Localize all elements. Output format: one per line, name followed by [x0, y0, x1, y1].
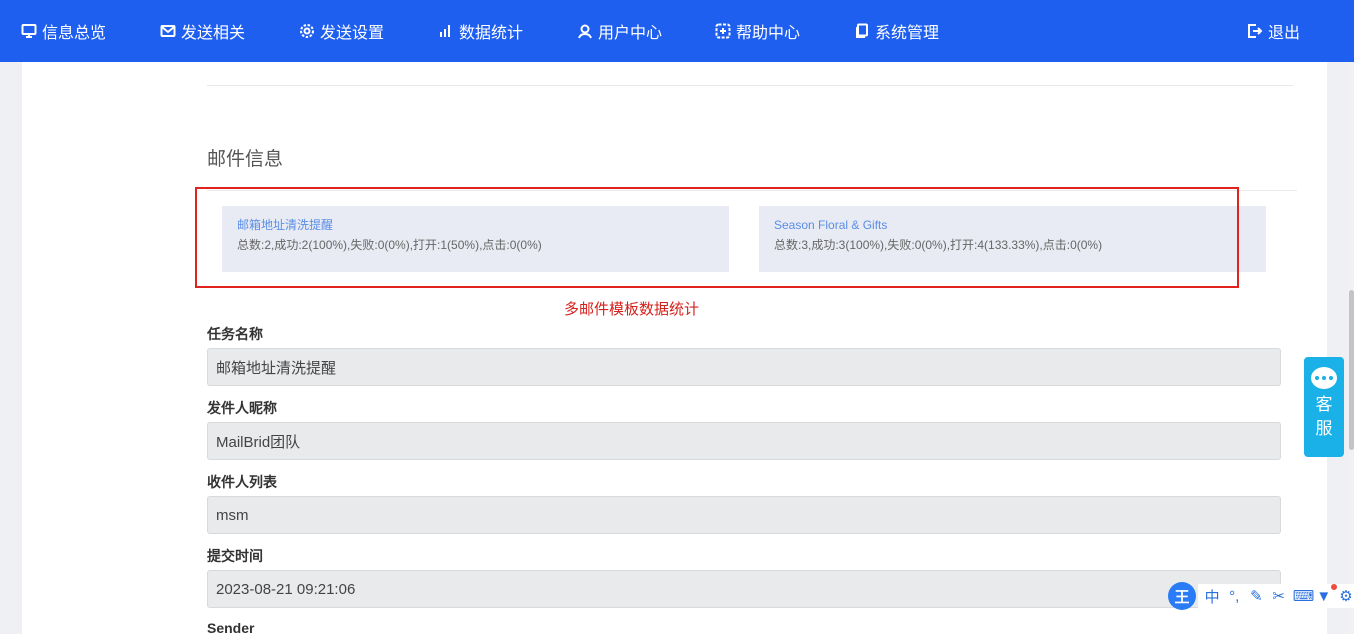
punctuation-icon[interactable]: °,: [1226, 588, 1242, 605]
shirt-icon[interactable]: ▼: [1316, 588, 1332, 605]
pen-icon[interactable]: ✎: [1248, 587, 1264, 605]
keyboard-icon[interactable]: ⌨: [1293, 587, 1315, 605]
chat-icon: [1311, 367, 1337, 389]
nav-item-label: 帮助中心: [736, 25, 801, 42]
monitor-icon: [20, 22, 38, 40]
scrollbar-thumb[interactable]: [1349, 290, 1354, 450]
nav-item-label: 信息总览: [42, 25, 107, 42]
nav-item-label: 系统管理: [875, 25, 940, 42]
help-icon: [714, 22, 732, 40]
divider: [207, 85, 1293, 86]
ime-mode[interactable]: 中: [1204, 586, 1220, 607]
nav-item-user-center[interactable]: 用户中心: [576, 0, 662, 62]
nav-item-send[interactable]: 发送相关: [159, 0, 245, 62]
notification-dot: [1331, 584, 1337, 590]
nav-item-label: 发送相关: [181, 25, 246, 42]
nav-item-send-settings[interactable]: 发送设置: [298, 0, 384, 62]
nav-item-label: 发送设置: [320, 25, 385, 42]
sender-nickname-label: 发件人昵称: [207, 400, 277, 416]
customer-service-char: 服: [1315, 419, 1333, 438]
ime-toolbar: 王 中 °, ✎ ✂ ⌨ ▼ ⚙: [1168, 582, 1354, 610]
mail-icon: [159, 22, 177, 40]
scissors-icon[interactable]: ✂: [1271, 587, 1287, 605]
recipient-list-field: msm: [207, 496, 1281, 534]
ime-logo[interactable]: 王: [1168, 582, 1196, 610]
user-icon: [576, 22, 594, 40]
task-name-label: 任务名称: [207, 326, 263, 342]
submit-time-label: 提交时间: [207, 548, 263, 564]
top-nav: 信息总览 发送相关 发送设置 数据统计 用户中心 帮助中心 系统管理 退出: [0, 0, 1354, 62]
annotation-highlight-box: [195, 187, 1239, 288]
customer-service-char: 客: [1315, 395, 1333, 414]
bar-chart-icon: [437, 22, 455, 40]
annotation-text: 多邮件模板数据统计: [564, 300, 700, 318]
recipient-list-label: 收件人列表: [207, 474, 277, 490]
copy-icon: [853, 22, 871, 40]
nav-item-label: 数据统计: [459, 25, 524, 42]
submit-time-field: 2023-08-21 09:21:06: [207, 570, 1281, 608]
nav-item-label: 用户中心: [598, 25, 663, 42]
gear-icon[interactable]: ⚙: [1338, 587, 1354, 605]
logout-icon: [1246, 22, 1264, 40]
customer-service-label: 客 服: [1316, 393, 1333, 441]
customer-service-button[interactable]: 客 服: [1304, 357, 1344, 457]
sender-label: Sender: [207, 620, 255, 634]
section-title: 邮件信息: [207, 149, 284, 170]
nav-item-system-admin[interactable]: 系统管理: [853, 0, 939, 62]
nav-item-statistics[interactable]: 数据统计: [437, 0, 523, 62]
logout-button[interactable]: 退出: [1246, 0, 1300, 62]
nav-item-help-center[interactable]: 帮助中心: [714, 0, 800, 62]
nav-item-overview[interactable]: 信息总览: [20, 0, 106, 62]
logout-label: 退出: [1268, 25, 1301, 42]
task-name-field: 邮箱地址清洗提醒: [207, 348, 1281, 386]
gear-icon: [298, 22, 316, 40]
sender-nickname-field: MailBrid团队: [207, 422, 1281, 460]
